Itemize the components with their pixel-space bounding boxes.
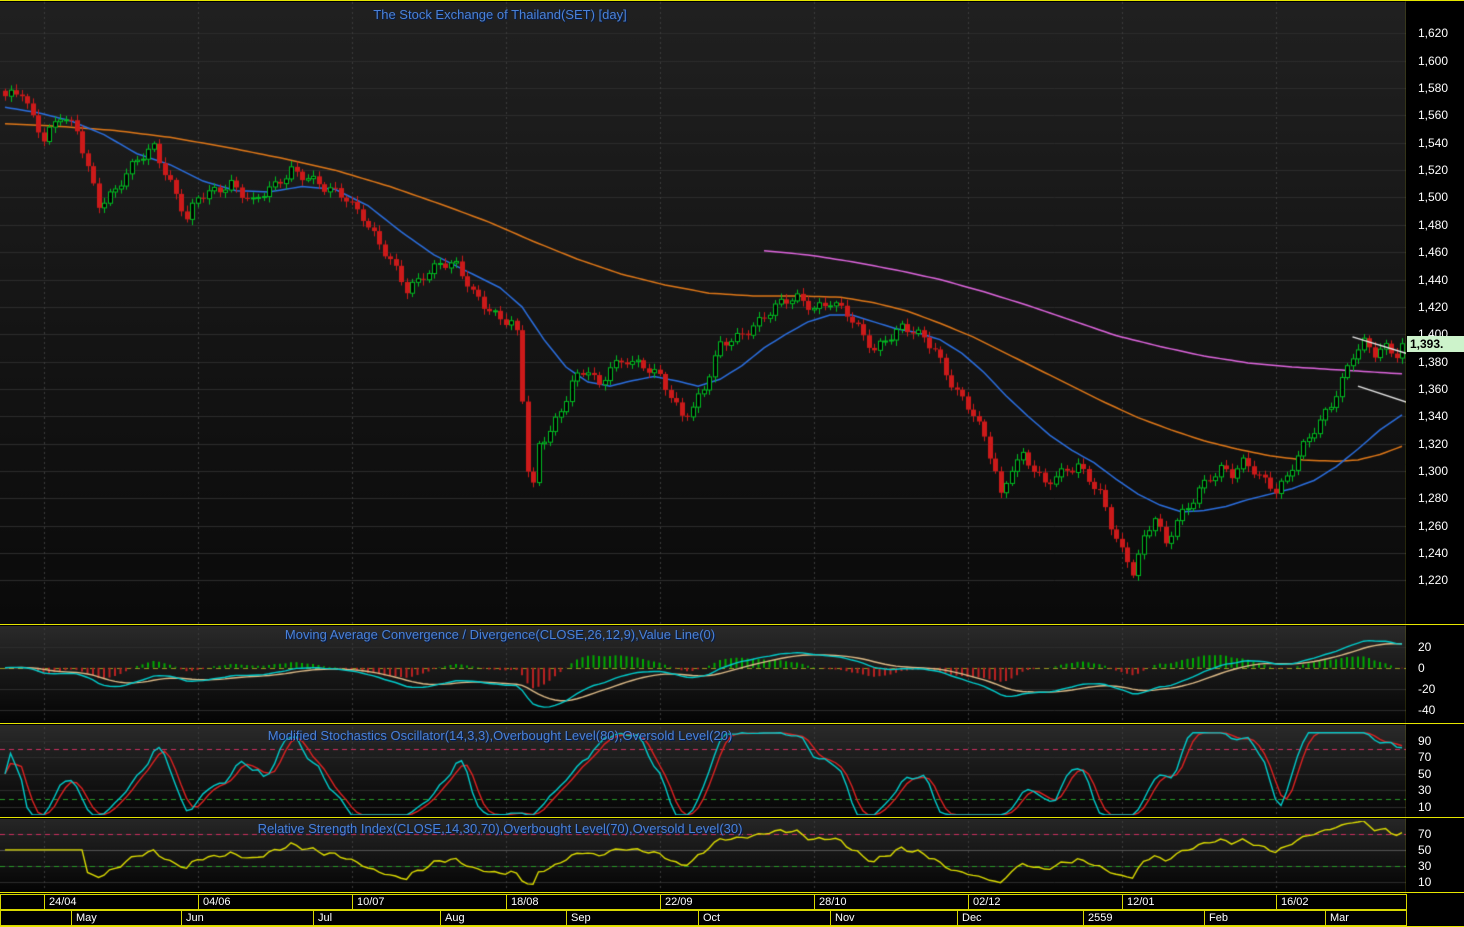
y-axis-label: 1,580 (1418, 81, 1449, 96)
y-axis-label: 50 (1418, 842, 1432, 857)
rsi-pane-title: Relative Strength Index(CLOSE,14,30,70),… (257, 821, 743, 836)
x-axis-cell: 02/12 (968, 894, 1123, 910)
y-axis-label: 1,540 (1418, 135, 1449, 150)
x-axis-cell: Jun (181, 910, 314, 926)
y-axis-label: 1,280 (1418, 491, 1449, 506)
x-axis-cell: Jul (313, 910, 441, 926)
y-axis-label: 1,500 (1418, 190, 1449, 205)
x-axis-cell: May (71, 910, 182, 926)
y-axis-label: 70 (1418, 826, 1432, 841)
y-axis-label: 1,360 (1418, 381, 1449, 396)
y-axis-label: 1,300 (1418, 463, 1449, 478)
x-axis-cell-empty (0, 910, 72, 926)
x-axis-cell: Mar (1325, 910, 1407, 926)
y-axis-label: 10 (1418, 874, 1432, 889)
x-axis-cell: Dec (957, 910, 1084, 926)
pane-separator (0, 624, 1464, 625)
y-axis-label: 1,240 (1418, 545, 1449, 560)
y-axis-label: 1,220 (1418, 573, 1449, 588)
x-axis-cell: 22/09 (660, 894, 815, 910)
x-axis-cell-empty (0, 894, 45, 910)
x-axis-cell: 16/02 (1276, 894, 1407, 910)
chart-canvas[interactable] (0, 1, 1464, 927)
x-axis-cell: Feb (1204, 910, 1326, 926)
y-axis-label: 1,320 (1418, 436, 1449, 451)
pane-separator (0, 892, 1464, 893)
x-axis-cell: 18/08 (506, 894, 661, 910)
y-axis-label: 90 (1418, 733, 1432, 748)
y-axis-label: 1,620 (1418, 26, 1449, 41)
y-axis-label: 1,520 (1418, 163, 1449, 178)
last-price-label: 1,393. (1407, 335, 1464, 352)
y-axis-label: 1,340 (1418, 409, 1449, 424)
x-axis-cell: Oct (698, 910, 831, 926)
x-axis-cell: 04/06 (198, 894, 353, 910)
x-axis-cell: Sep (566, 910, 699, 926)
x-axis-cell: Aug (440, 910, 567, 926)
y-axis-label: 30 (1418, 858, 1432, 873)
y-axis-label: 0 (1418, 660, 1425, 675)
macd-pane-title: Moving Average Convergence / Divergence(… (284, 627, 716, 642)
y-axis-label: -20 (1418, 681, 1436, 696)
y-axis-label: -40 (1418, 702, 1436, 717)
y-axis-label: 50 (1418, 766, 1432, 781)
stochastic-pane-title: Modified Stochastics Oscillator(14,3,3),… (267, 728, 733, 743)
chart-title: The Stock Exchange of Thailand(SET) [day… (373, 7, 627, 22)
pane-separator (0, 817, 1464, 818)
y-axis-label: 1,420 (1418, 299, 1449, 314)
y-axis-label: 1,260 (1418, 518, 1449, 533)
y-axis-label: 20 (1418, 639, 1432, 654)
y-axis-label: 70 (1418, 750, 1432, 765)
x-axis-cell: Nov (830, 910, 958, 926)
y-axis-label: 1,380 (1418, 354, 1449, 369)
y-axis-label: 1,480 (1418, 217, 1449, 232)
y-axis-label: 1,600 (1418, 53, 1449, 68)
y-axis-label: 1,560 (1418, 108, 1449, 123)
x-axis-cell: 24/04 (44, 894, 199, 910)
y-axis-label: 30 (1418, 783, 1432, 798)
x-axis-cell: 2559 (1083, 910, 1205, 926)
y-axis-label: 1,440 (1418, 272, 1449, 287)
y-axis-label: 1,460 (1418, 245, 1449, 260)
stock-chart-window: The Stock Exchange of Thailand(SET) [day… (0, 0, 1464, 927)
x-axis-cell: 12/01 (1122, 894, 1277, 910)
x-axis-cell: 28/10 (814, 894, 969, 910)
y-axis-label: 10 (1418, 799, 1432, 814)
pane-separator (0, 723, 1464, 724)
x-axis-cell: 10/07 (352, 894, 507, 910)
right-price-axis: 1,620 1,600 1,580 1,560 1,540 1,520 1,500 1,480… (1406, 1, 1464, 927)
